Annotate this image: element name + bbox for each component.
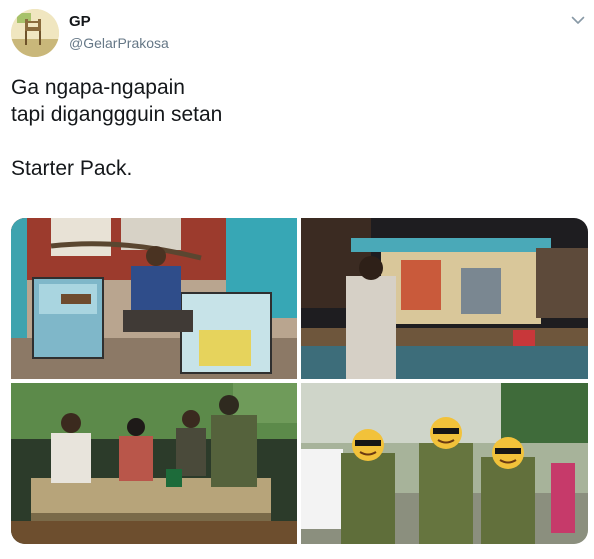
author-avatar[interactable] — [11, 9, 59, 57]
uniformed-men-parade-photo[interactable] — [301, 383, 588, 544]
tweet-text: Ga ngapa-ngapain tapi diganggguin setan … — [11, 74, 571, 182]
vendor-cart-photo[interactable] — [11, 218, 297, 379]
author-handle[interactable]: @GelarPrakosa — [69, 35, 169, 51]
tweet-text-line: tapi diganggguin setan — [11, 103, 223, 126]
tweet-card: GP @GelarPrakosa Ga ngapa-ngapain tapi d… — [0, 0, 594, 559]
media-grid — [11, 218, 588, 544]
tweet-text-line: Ga ngapa-ngapain — [11, 76, 185, 99]
tweet-text-line — [11, 128, 571, 155]
night-food-stall-photo[interactable] — [301, 218, 588, 379]
author-display-name[interactable]: GP — [69, 13, 91, 30]
chevron-down-icon[interactable] — [569, 11, 587, 29]
chair-photo-avatar — [11, 9, 59, 57]
tweet-text-line: Starter Pack. — [11, 157, 133, 180]
men-gathering-photo[interactable] — [11, 383, 297, 544]
